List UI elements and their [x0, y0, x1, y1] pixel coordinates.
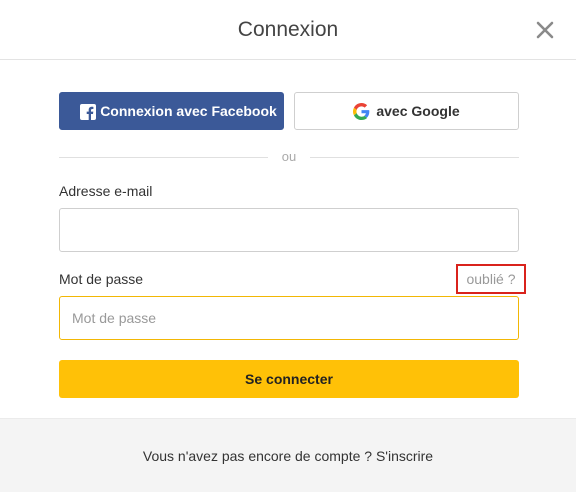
forgot-password-link[interactable]: oublié ?: [456, 264, 526, 294]
google-icon: [353, 102, 370, 120]
facebook-icon: [80, 104, 96, 120]
login-modal: Connexion Connexion avec Facebook avec G…: [0, 0, 576, 492]
modal-header: Connexion: [0, 0, 576, 60]
divider-line-left: [59, 157, 268, 158]
modal-title: Connexion: [237, 18, 339, 41]
signup-prompt: Vous n'avez pas encore de compte ?: [142, 447, 373, 464]
password-label: Mot de passe: [59, 271, 144, 287]
facebook-login-button[interactable]: Connexion avec Facebook: [59, 92, 284, 130]
email-label: Adresse e-mail: [59, 183, 153, 199]
google-login-button[interactable]: avec Google: [294, 92, 519, 130]
email-input[interactable]: [59, 208, 519, 252]
login-submit-button[interactable]: Se connecter: [59, 360, 519, 398]
signup-link[interactable]: S'inscrire: [376, 448, 433, 464]
divider-text: ou: [281, 149, 297, 164]
password-input[interactable]: [59, 296, 519, 340]
close-button[interactable]: [533, 18, 557, 42]
divider-line-right: [310, 157, 519, 158]
facebook-login-label: Connexion avec Facebook: [100, 103, 277, 119]
signup-footer: Vous n'avez pas encore de compte ? S'ins…: [0, 418, 576, 492]
close-icon: [536, 21, 554, 39]
google-login-label: avec Google: [376, 103, 460, 119]
